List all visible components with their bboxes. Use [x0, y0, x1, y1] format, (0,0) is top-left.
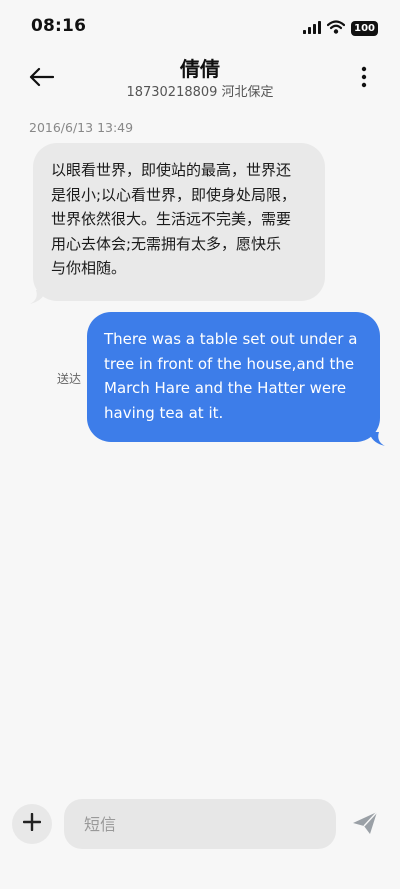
message-line: 世界依然很大。生活远不完美，需要	[51, 210, 292, 228]
battery-icon: 100	[351, 21, 378, 36]
more-options-button[interactable]	[354, 64, 374, 94]
more-vertical-icon	[361, 66, 367, 92]
outgoing-message-bubble[interactable]: There was a table set out under a tree i…	[87, 312, 385, 446]
contact-info[interactable]: 倩倩 18730218809 河北保定	[80, 56, 320, 103]
sms-conversation-screen: 08:16 100 倩倩 18730218809 河北保定 2016/6/13 …	[0, 0, 400, 889]
conversation-header: 倩倩 18730218809 河北保定	[0, 56, 400, 106]
contact-number-location: 18730218809 河北保定	[126, 85, 274, 100]
message-input[interactable]	[64, 799, 336, 849]
message-line: 用心去体会;无需拥有太多，愿快乐	[51, 234, 282, 253]
contact-name: 倩倩	[180, 57, 220, 81]
signal-icon	[303, 19, 322, 38]
status-bar: 08:16 100	[0, 0, 400, 56]
send-button[interactable]	[348, 808, 382, 842]
message-line: 与你相随。	[51, 259, 127, 277]
send-icon	[352, 811, 378, 839]
message-line: 以眼看世界，即使站的最高，世界还	[51, 161, 292, 179]
bubble-tail-icon	[30, 290, 46, 304]
status-icons: 100	[303, 19, 378, 38]
message-line: tree in front of the house,and the	[104, 354, 355, 373]
status-time: 08:16	[31, 16, 87, 36]
plus-icon	[22, 812, 42, 835]
message-timestamp: 2016/6/13 13:49	[29, 120, 134, 135]
message-line: March Hare and the Hatter were	[104, 379, 347, 397]
message-line: having tea at it.	[104, 403, 224, 422]
message-line: There was a table set out under a	[104, 330, 358, 348]
message-composer	[0, 796, 400, 856]
delivery-status: 送达	[57, 372, 82, 386]
wifi-icon	[327, 19, 346, 38]
message-line: 是很小;以心看世界，即使身处局限，	[51, 185, 297, 204]
add-attachment-button[interactable]	[12, 804, 52, 844]
incoming-message-bubble[interactable]: 以眼看世界，即使站的最高，世界还 是很小;以心看世界，即使身处局限， 世界依然很…	[30, 143, 325, 304]
back-button[interactable]	[24, 62, 58, 96]
bubble-tail-icon	[369, 432, 385, 446]
back-arrow-icon	[28, 67, 55, 91]
